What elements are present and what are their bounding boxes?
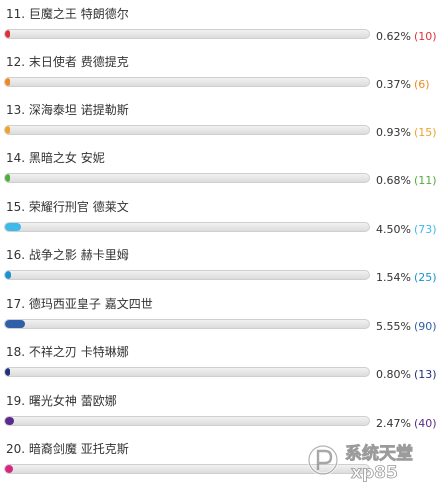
progress-bar-track [4, 464, 370, 474]
poll-item: 16. 战争之影 赫卡里姆 1.54% (25) [0, 241, 447, 289]
poll-item: 20. 暗裔剑魔 亚托克斯 [0, 435, 447, 483]
poll-item: 11. 巨魔之王 特朗德尔 0.62% (10) [0, 0, 447, 48]
poll-item-result: 2.47% (40) [376, 416, 437, 432]
poll-item-result: 5.55% (90) [376, 319, 437, 335]
poll-item-label: 14. 黑暗之女 安妮 [6, 151, 105, 165]
vote-percent: 0.37% [376, 78, 411, 91]
progress-bar-track [4, 29, 370, 39]
progress-bar-track [4, 77, 370, 87]
poll-item-label: 18. 不祥之刃 卡特琳娜 [6, 345, 129, 359]
poll-results-list: 11. 巨魔之王 特朗德尔 0.62% (10) 12. 末日使者 费德提克 0.… [0, 0, 447, 485]
poll-item-label: 11. 巨魔之王 特朗德尔 [6, 7, 129, 21]
progress-bar-fill [5, 30, 10, 38]
vote-percent: 4.50% [376, 223, 411, 236]
poll-item-result: 0.37% (6) [376, 77, 430, 93]
poll-item-label: 16. 战争之影 赫卡里姆 [6, 248, 129, 262]
progress-bar-fill [5, 271, 11, 279]
vote-percent: 1.54% [376, 271, 411, 284]
progress-bar-fill [5, 223, 21, 231]
poll-item-label: 19. 曙光女神 蕾欧娜 [6, 394, 117, 408]
vote-count: (11) [413, 174, 437, 187]
progress-bar-track [4, 222, 370, 232]
poll-item-result: 4.50% (73) [376, 222, 437, 238]
poll-item-label: 12. 末日使者 费德提克 [6, 55, 129, 69]
vote-count: (10) [413, 30, 437, 43]
poll-item: 18. 不祥之刃 卡特琳娜 0.80% (13) [0, 338, 447, 386]
vote-percent: 0.62% [376, 30, 411, 43]
vote-count: (15) [413, 126, 437, 139]
progress-bar-fill [5, 78, 10, 86]
poll-item-label: 17. 德玛西亚皇子 嘉文四世 [6, 297, 153, 311]
progress-bar-fill [5, 126, 10, 134]
poll-item-result: 0.80% (13) [376, 367, 437, 383]
poll-item: 12. 末日使者 费德提克 0.37% (6) [0, 48, 447, 96]
progress-bar-track [4, 125, 370, 135]
vote-count: (6) [413, 78, 430, 91]
progress-bar-fill [5, 320, 25, 328]
poll-item: 14. 黑暗之女 安妮 0.68% (11) [0, 144, 447, 192]
vote-count: (90) [413, 320, 437, 333]
progress-bar-track [4, 173, 370, 183]
poll-item-label: 20. 暗裔剑魔 亚托克斯 [6, 442, 129, 456]
poll-item-result: 1.54% (25) [376, 270, 437, 286]
poll-item-label: 15. 荣耀行刑官 德莱文 [6, 200, 129, 214]
poll-item: 13. 深海泰坦 诺提勒斯 0.93% (15) [0, 96, 447, 144]
progress-bar-track [4, 319, 370, 329]
vote-percent: 0.68% [376, 174, 411, 187]
progress-bar-fill [5, 417, 14, 425]
poll-item: 15. 荣耀行刑官 德莱文 4.50% (73) [0, 193, 447, 241]
poll-item-label: 13. 深海泰坦 诺提勒斯 [6, 103, 129, 117]
vote-count: (40) [413, 417, 437, 430]
poll-item-result: 0.93% (15) [376, 125, 437, 141]
progress-bar-track [4, 367, 370, 377]
poll-item-result: 0.68% (11) [376, 173, 437, 189]
poll-item-result: 0.62% (10) [376, 29, 437, 45]
vote-count: (73) [413, 223, 437, 236]
vote-count: (13) [413, 368, 437, 381]
vote-percent: 2.47% [376, 417, 411, 430]
progress-bar-fill [5, 174, 10, 182]
progress-bar-fill [5, 465, 13, 473]
poll-item: 17. 德玛西亚皇子 嘉文四世 5.55% (90) [0, 290, 447, 338]
progress-bar-track [4, 270, 370, 280]
vote-count: (25) [413, 271, 437, 284]
progress-bar-track [4, 416, 370, 426]
vote-percent: 5.55% [376, 320, 411, 333]
vote-percent: 0.93% [376, 126, 411, 139]
progress-bar-fill [5, 368, 10, 376]
vote-percent: 0.80% [376, 368, 411, 381]
poll-item: 19. 曙光女神 蕾欧娜 2.47% (40) [0, 387, 447, 435]
